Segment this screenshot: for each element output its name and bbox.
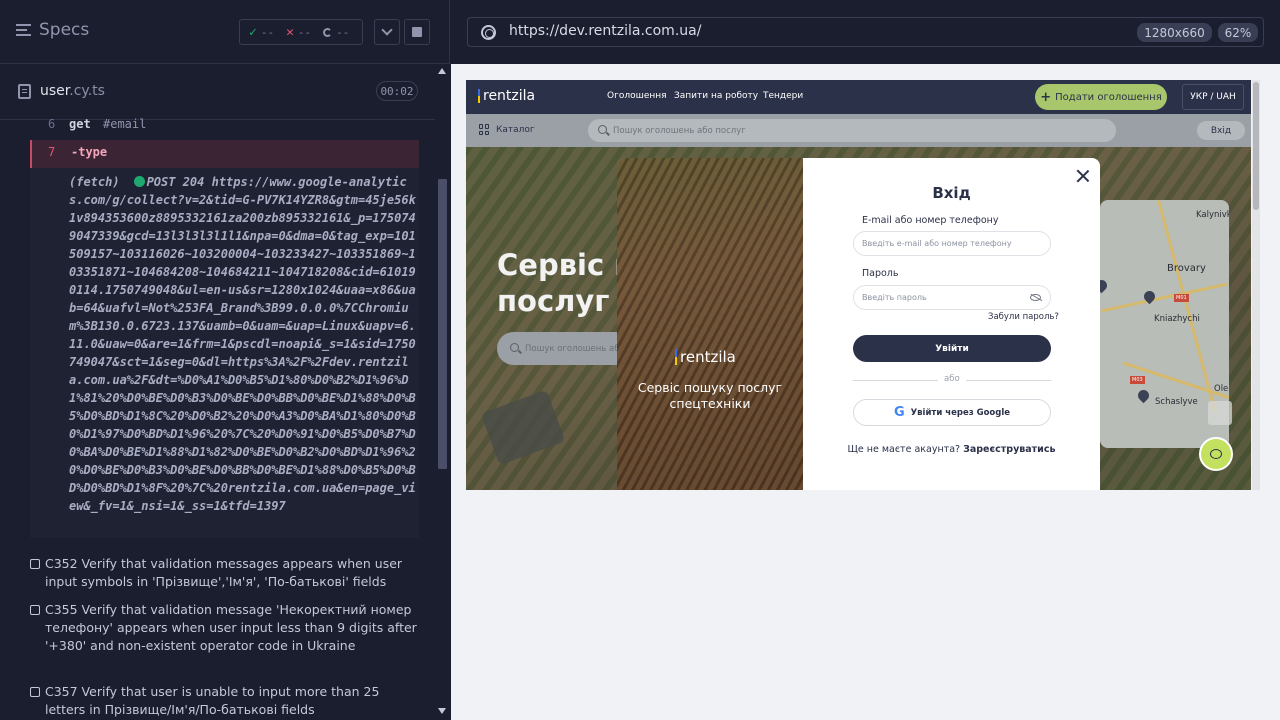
close-icon[interactable] [1076,169,1090,183]
modal-tagline: Сервіс пошуку послуг спецтехніки [637,380,783,411]
app-frame-scrollbar[interactable] [1252,80,1260,490]
failed-stat: ✕ -- [286,24,312,40]
search-icon [510,343,519,352]
catalog-button[interactable]: Каталог [479,124,535,135]
reporter-panel: Specs ✓ -- ✕ -- -- user.cy.ts 00:02 6 get … [0,0,450,720]
hero-search-input[interactable]: Пошук оголошень або [497,332,627,365]
divider [966,380,1051,381]
or-divider-text: або [944,374,960,384]
hamburger-icon [16,24,31,36]
login-submit-button[interactable]: Увійти [853,335,1051,362]
login-modal: rentzila Сервіс пошуку послуг спецтехнік… [617,158,1100,490]
url-bar[interactable]: https://dev.rentzila.com.ua/ 1280x660 62… [467,17,1264,47]
password-field[interactable]: Введіть пароль [853,285,1051,310]
checkbox-icon [30,559,40,569]
language-currency-button[interactable]: УКР / UAH [1182,84,1244,110]
check-icon: ✓ [249,24,257,40]
command-row-active[interactable]: 7 -type [30,140,419,168]
logo-mark-icon [478,89,480,103]
stop-icon [412,27,422,37]
signup-row: Ще не маєте акаунта? Зареєструватись [847,444,1056,455]
grid-icon [479,124,490,135]
map-control[interactable] [1208,401,1232,425]
nav-link-tenders[interactable]: Тендери [763,91,803,101]
google-icon: G [893,405,905,420]
register-link[interactable]: Зареєструватись [963,444,1055,455]
scroll-thumb[interactable] [438,179,447,469]
password-label: Пароль [862,268,899,279]
map-label: Oleks [1214,384,1229,394]
spec-duration: 00:02 [376,81,418,101]
scroll-up-icon[interactable] [438,68,446,74]
map-label: Schaslyve [1155,397,1198,407]
email-field[interactable]: Введіть e-mail або номер телефону [853,231,1051,256]
modal-illustration: rentzila Сервіс пошуку послуг спецтехнік… [617,158,803,490]
passed-stat: ✓ -- [249,24,275,40]
email-label: E-mail або номер телефону [862,215,999,226]
reporter-header: Specs ✓ -- ✕ -- -- [0,0,450,64]
divider [853,380,938,381]
map-label: Kalynivka [1196,210,1229,220]
fetch-log[interactable]: (fetch) POST 204 https://www.google-analy… [30,168,419,538]
checkbox-icon [30,605,40,615]
nav-link-requests[interactable]: Запити на роботу [674,91,758,101]
map-pin-icon[interactable] [1100,277,1110,294]
test-item[interactable]: C352 Verify that validation messages app… [30,555,418,591]
document-icon [18,84,31,99]
cross-icon: ✕ [286,24,294,40]
pending-stat: -- [311,26,349,39]
test-item[interactable]: C355 Verify that validation message 'Нек… [30,601,418,655]
forgot-password-link[interactable]: Забули пароль? [988,312,1059,322]
map-road-badge: M03 [1130,376,1145,384]
map-label: Brovary [1167,263,1206,274]
chat-icon [1210,449,1222,459]
google-login-button[interactable]: G Увійти через Google [853,399,1051,426]
specs-label: Specs [39,20,90,40]
plus-icon: + [1040,89,1052,105]
modal-title: Вхід [932,184,971,202]
test-stats: ✓ -- ✕ -- -- [239,19,363,45]
nav-link-ads[interactable]: Оголошення [607,91,667,101]
map-label: Kniazhychi [1154,314,1200,324]
eye-off-icon[interactable] [1030,294,1041,301]
site-logo[interactable]: rentzila [478,88,535,104]
chat-button[interactable] [1199,437,1233,471]
test-item[interactable]: C357 Verify that user is unable to input… [30,683,418,719]
status-dot-icon [133,176,145,187]
specs-button[interactable]: Specs [16,20,89,40]
command-row[interactable]: 6 get #email [30,116,419,132]
submit-ad-button[interactable]: + Подати оголошення [1035,84,1167,110]
scroll-thumb[interactable] [1253,82,1259,210]
zoom-badge: 62% [1218,23,1258,42]
login-link[interactable]: Вхід [1197,121,1245,140]
reporter-scrollbar[interactable] [435,64,450,720]
scroll-down-icon[interactable] [438,708,446,714]
viewport-size-badge[interactable]: 1280x660 [1137,23,1212,42]
hero-title: Сервіс п послуг с [497,248,637,318]
url-text: https://dev.rentzila.com.ua/ [509,23,702,39]
globe-icon [481,25,496,40]
logo-mark-icon [675,349,677,365]
checkbox-icon [30,687,40,697]
site-subnav: Каталог Пошук оголошень або послуг Вхід [466,114,1251,147]
site-search-input[interactable]: Пошук оголошень або послуг [588,119,1116,142]
stop-button[interactable] [404,19,430,45]
map-road-badge: M01 [1174,294,1189,302]
spinner-icon [323,27,333,37]
collapse-button[interactable] [374,19,400,45]
map-pin-icon[interactable] [1135,387,1152,404]
search-icon [598,125,607,134]
chevron-down-icon [381,24,393,36]
app-frame: rentzila Оголошення Запити на роботу Тен… [466,80,1251,490]
spec-file-name[interactable]: user.cy.ts [40,83,105,99]
modal-logo: rentzila [675,348,736,366]
site-navbar: rentzila Оголошення Запити на роботу Тен… [466,80,1251,114]
